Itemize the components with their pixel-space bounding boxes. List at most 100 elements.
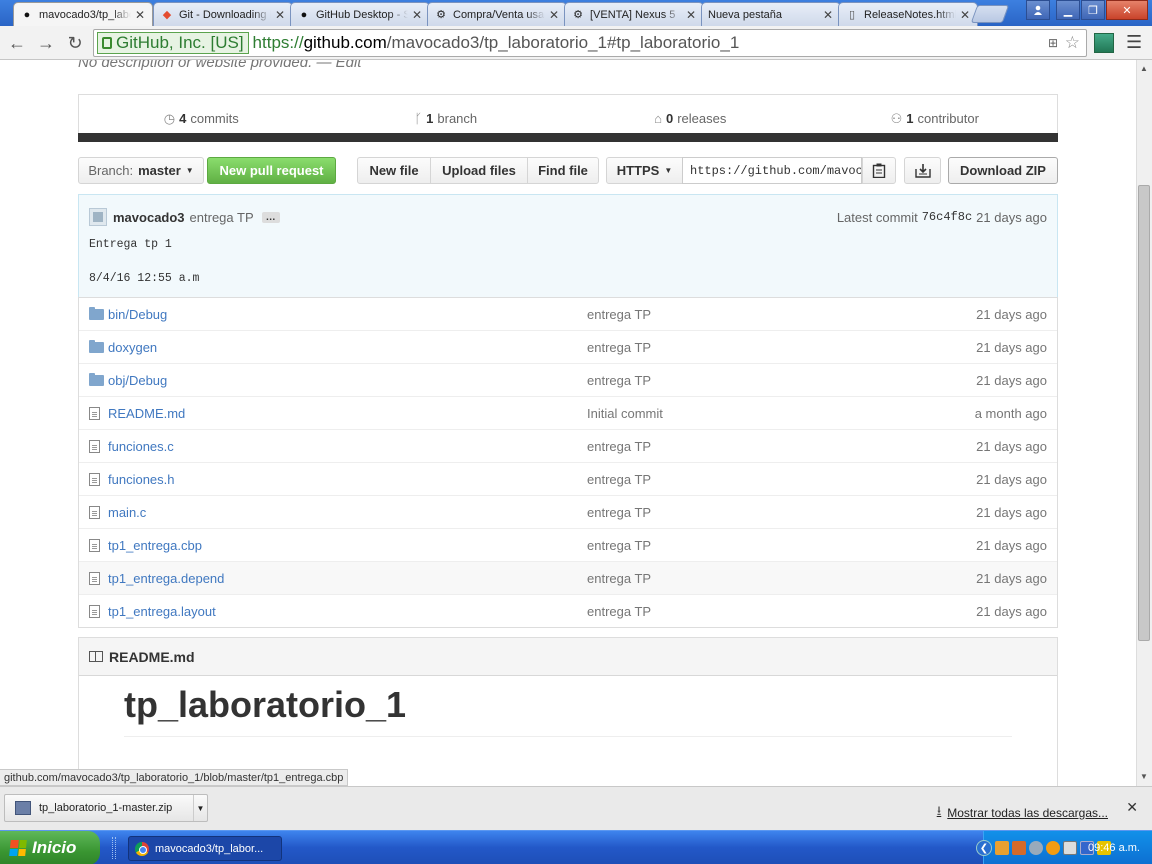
scrollbar-thumb[interactable] [1138,185,1150,641]
commit-body-line1: Entrega tp 1 [89,238,172,251]
file-commit-message[interactable]: entrega TP [587,472,651,487]
close-tab-icon[interactable]: ✕ [822,8,834,22]
file-commit-message[interactable]: entrega TP [587,439,651,454]
close-tab-icon[interactable]: ✕ [548,8,560,22]
file-age: 21 days ago [976,339,1047,355]
menu-icon[interactable]: ☰ [1126,32,1142,53]
file-commit-message[interactable]: entrega TP [587,604,651,619]
translate-icon[interactable]: ⊞ [1048,36,1058,50]
clone-protocol-selector[interactable]: HTTPS ▼ [606,157,683,184]
open-in-desktop-button[interactable] [904,157,941,184]
close-window-button[interactable]: ✕ [1106,0,1148,20]
ev-certificate-badge[interactable]: GitHub, Inc. [US] [97,32,249,54]
minimize-icon: ▁ [1063,4,1073,17]
clock[interactable]: 09:46 a.m. [1088,842,1140,854]
tray-app-icon[interactable] [1012,841,1026,855]
file-age: 21 days ago [976,471,1047,487]
show-all-downloads-link[interactable]: ⭳ Mostrar todas las descargas... [937,802,1108,824]
scroll-up-icon[interactable]: ▲ [1140,64,1148,73]
caret-down-icon: ▼ [185,166,194,175]
security-label: GitHub, Inc. [US] [116,33,244,52]
file-name-link[interactable]: tp1_entrega.layout [108,604,216,619]
file-commit-message[interactable]: entrega TP [587,340,651,355]
start-label: Inicio [32,838,77,857]
arrow-right-icon: → [37,32,55,53]
avatar[interactable] [89,208,107,226]
file-icon [89,472,105,486]
file-name-link[interactable]: main.c [108,505,146,520]
file-commit-message[interactable]: entrega TP [587,505,651,520]
reload-button[interactable]: ↻ [63,31,87,55]
file-commit-message[interactable]: entrega TP [587,307,651,322]
github-icon: ● [23,8,31,21]
clone-url-input[interactable]: https://github.com/mavocado3/tp_laborato… [682,157,862,184]
new-pull-request-button[interactable]: New pull request [207,157,336,184]
file-name-link[interactable]: doxygen [108,340,157,355]
file-name-link[interactable]: tp1_entrega.cbp [108,538,202,553]
scroll-down-icon[interactable]: ▼ [1140,772,1148,781]
back-button[interactable]: ← [5,31,29,55]
file-name-link[interactable]: funciones.c [108,439,174,454]
browser-tab[interactable]: Nueva pestaña ✕ [701,2,841,26]
copy-clone-url-button[interactable] [862,157,896,184]
status-bubble-url: github.com/mavocado3/tp_laboratorio_1/bl… [0,769,349,786]
network-icon[interactable] [1063,841,1077,855]
download-options-button[interactable]: ▼ [193,795,207,821]
file-icon [89,571,105,585]
browser-tab[interactable]: ⚙ [VENTA] Nexus 5 ✕ [564,2,704,26]
start-button[interactable]: Inicio [0,831,100,864]
commit-author[interactable]: mavocado3 [113,210,185,225]
new-tab-button[interactable] [970,5,1010,23]
file-commit-message[interactable]: entrega TP [587,373,651,388]
close-tab-icon[interactable]: ✕ [274,8,286,22]
close-tab-icon[interactable]: ✕ [134,8,146,22]
forward-button[interactable]: → [34,31,58,55]
close-tab-icon[interactable]: ✕ [411,8,423,22]
file-age: 21 days ago [976,537,1047,553]
tray-app-icon[interactable] [1046,841,1060,855]
address-bar[interactable]: GitHub, Inc. [US] https://github.com/mav… [93,29,1087,57]
commit-sha[interactable]: 76c4f8c [922,210,972,224]
upload-files-button[interactable]: Upload files [430,157,528,184]
browser-tab[interactable]: ▯ ReleaseNotes.html ✕ [838,2,978,26]
page-viewport: No description or website provided. — Ed… [0,60,1136,786]
close-tab-icon[interactable]: ✕ [685,8,697,22]
file-name-link[interactable]: bin/Debug [108,307,167,322]
file-name-link[interactable]: tp1_entrega.depend [108,571,224,586]
file-icon [89,604,105,618]
tray-app-icon[interactable] [995,841,1009,855]
browser-tab[interactable]: ◆ Git - Downloading Package✕ [153,2,293,26]
close-tab-icon[interactable]: ✕ [959,8,971,22]
branch-selector[interactable]: Branch: master ▼ [78,157,204,184]
file-commit-message[interactable]: entrega TP [587,538,651,553]
minimize-button[interactable]: ▁ [1056,0,1080,20]
expand-commit-button[interactable]: … [261,211,280,223]
download-zip-button[interactable]: Download ZIP [948,157,1058,184]
language-bar[interactable] [78,133,1058,142]
file-commit-message[interactable]: Initial commit [587,406,663,421]
commit-title[interactable]: entrega TP [190,210,254,225]
browser-tab[interactable]: ⚙ Compra/Venta usados✕ [427,2,567,26]
find-file-button[interactable]: Find file [527,157,599,184]
file-age: 21 days ago [976,438,1047,454]
tab-title: GitHub Desktop - Simple collaboration [316,8,408,21]
file-name-link[interactable]: obj/Debug [108,373,167,388]
latest-commit-box: mavocado3 entrega TP … Latest commit 76c… [78,194,1058,298]
new-file-button[interactable]: New file [357,157,431,184]
tray-app-icon[interactable] [1029,841,1043,855]
taskbar: Inicio mavocado3/tp_labor... ❮ 09:46 a.m… [0,830,1152,864]
branch-name: master [138,163,181,178]
bookmark-star-icon[interactable]: ☆ [1065,33,1080,53]
file-name-link[interactable]: README.md [108,406,185,421]
user-profile-button[interactable] [1026,0,1050,20]
download-item[interactable]: tp_laboratorio_1-master.zip ▼ [4,794,208,822]
extension-icon[interactable] [1094,33,1114,53]
browser-tab[interactable]: ● mavocado3/tp_laboratorio_1✕ [13,2,153,26]
browser-tab[interactable]: ● GitHub Desktop - Simple collaboration✕ [290,2,430,26]
restore-button[interactable]: ❐ [1081,0,1105,20]
close-shelf-button[interactable]: ✕ [1126,799,1138,816]
file-name-link[interactable]: funciones.h [108,472,175,487]
taskbar-window-chrome[interactable]: mavocado3/tp_labor... [128,836,282,861]
file-commit-message[interactable]: entrega TP [587,571,651,586]
show-hidden-icons-button[interactable]: ❮ [976,840,992,856]
